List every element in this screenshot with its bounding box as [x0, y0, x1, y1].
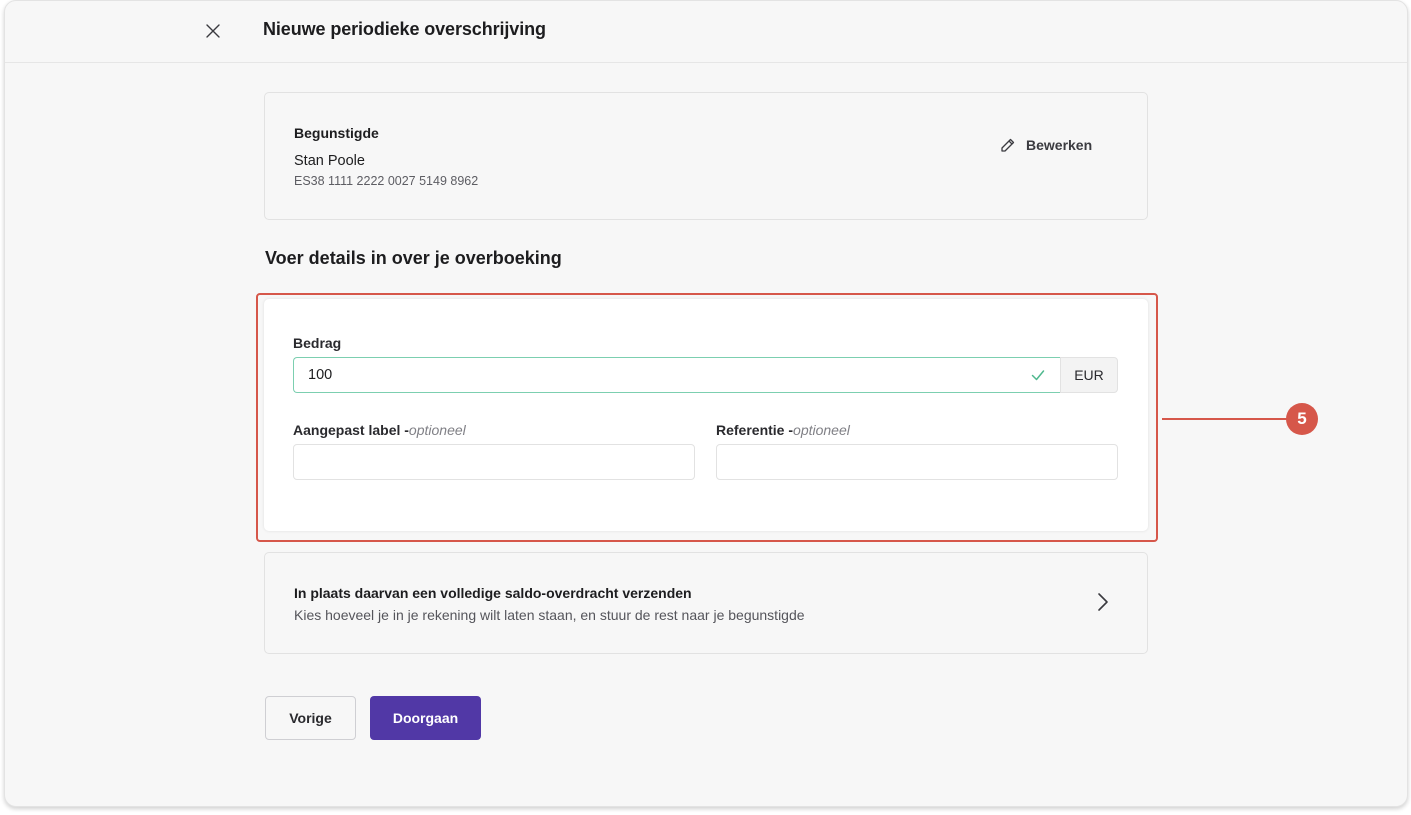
callout-connector-line	[1162, 418, 1288, 420]
details-section-title: Voer details in over je overboeking	[265, 248, 562, 268]
back-button[interactable]: Vorige	[265, 696, 356, 740]
beneficiary-iban: ES38 1111 2222 0027 5149 8962	[294, 174, 479, 188]
edit-label: Bewerken	[1026, 137, 1093, 153]
amount-input[interactable]: 100	[293, 357, 1060, 393]
page-title: Nieuwe periodieke overschrijving	[263, 19, 546, 39]
reference-input[interactable]	[716, 444, 1118, 480]
full-balance-transfer-option[interactable]: In plaats daarvan een volledige saldo-ov…	[264, 552, 1148, 654]
beneficiary-card: Begunstigde Stan Poole ES38 1111 2222 00…	[264, 92, 1148, 220]
optional-tag: optioneel	[408, 422, 466, 438]
close-button[interactable]	[201, 19, 225, 43]
transfer-details-card: Bedrag 100 EUR Aangepast label -optionee…	[264, 299, 1148, 531]
chevron-right-icon	[1098, 593, 1108, 611]
reference-label: Referentie -optioneel	[716, 422, 850, 438]
amount-value: 100	[308, 367, 333, 383]
custom-label-label: Aangepast label -optioneel	[293, 422, 466, 438]
beneficiary-name: Stan Poole	[294, 153, 365, 169]
custom-label-input[interactable]	[293, 444, 695, 480]
check-icon	[1031, 370, 1045, 381]
transfer-dialog: Nieuwe periodieke overschrijving Begunst…	[4, 0, 1408, 807]
optional-tag: optioneel	[793, 422, 850, 438]
callout-badge: 5	[1286, 403, 1318, 435]
balance-transfer-title: In plaats daarvan een volledige saldo-ov…	[294, 585, 692, 601]
balance-transfer-subtitle: Kies hoeveel je in je rekening wilt late…	[294, 607, 805, 623]
pencil-icon	[1001, 138, 1015, 152]
currency-selector[interactable]: EUR	[1060, 357, 1118, 393]
amount-label: Bedrag	[293, 335, 342, 351]
beneficiary-heading: Begunstigde	[294, 125, 379, 141]
continue-button[interactable]: Doorgaan	[370, 696, 481, 740]
close-icon	[206, 24, 220, 38]
top-bar: Nieuwe periodieke overschrijving	[5, 1, 1407, 63]
edit-beneficiary-button[interactable]: Bewerken	[1000, 133, 1092, 157]
